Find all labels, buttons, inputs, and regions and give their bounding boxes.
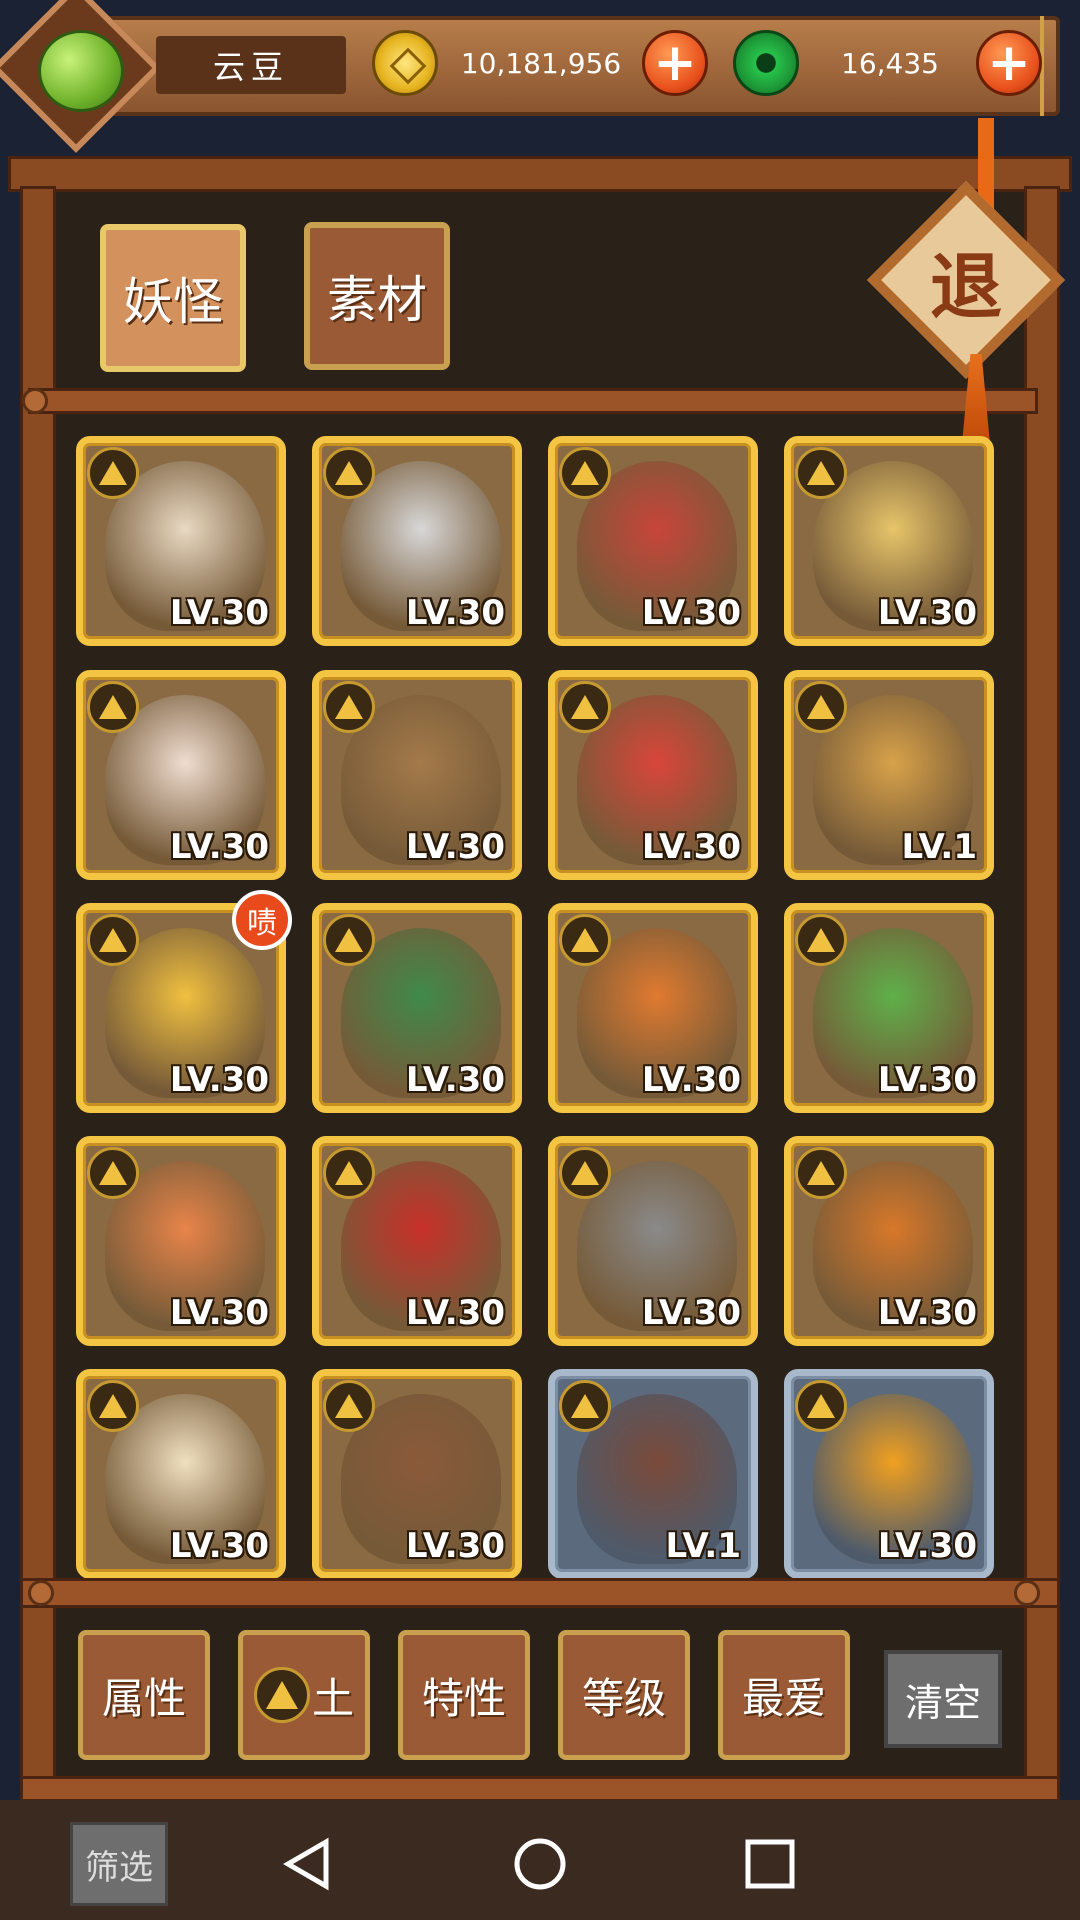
monster-card[interactable]: LV.30 — [784, 903, 994, 1113]
monster-card[interactable]: LV.30 — [548, 436, 758, 646]
monster-card[interactable]: LV.1 — [784, 670, 994, 880]
jade-amount: 16,435 — [841, 46, 939, 80]
earth-element-icon — [87, 914, 139, 966]
earth-element-icon — [559, 1380, 611, 1432]
player-name: 云豆 — [156, 36, 346, 94]
bar-corner-deco — [1040, 16, 1066, 116]
gold-amount: 10,181,956 — [460, 46, 622, 80]
monster-card[interactable]: LV.30 — [312, 670, 522, 880]
monster-card[interactable]: LV.30 — [76, 670, 286, 880]
monster-card[interactable]: LV.30 — [548, 670, 758, 880]
earth-element-icon — [323, 1147, 375, 1199]
earth-element-icon — [87, 1147, 139, 1199]
earth-element-icon — [559, 447, 611, 499]
monster-level: LV.30 — [405, 593, 505, 633]
home-icon[interactable] — [512, 1836, 568, 1892]
tab-materials[interactable]: 素材 — [304, 222, 450, 370]
filter-earth-button[interactable]: 土 — [238, 1630, 370, 1760]
earth-element-icon — [795, 1147, 847, 1199]
monster-card[interactable]: LV.30 — [312, 1369, 522, 1579]
monster-level: LV.30 — [877, 1060, 977, 1100]
monster-level: LV.30 — [405, 1293, 505, 1333]
add-jade-button[interactable]: + — [976, 30, 1042, 96]
earth-element-icon — [559, 1147, 611, 1199]
monster-level: LV.30 — [641, 593, 741, 633]
monster-card[interactable]: LV.30 — [784, 1136, 994, 1346]
monster-card[interactable]: LV.30 — [312, 436, 522, 646]
monster-card[interactable]: LV.1 — [548, 1369, 758, 1579]
monster-card[interactable]: LV.30 — [548, 1136, 758, 1346]
screen-filter-button[interactable]: 筛选 — [70, 1822, 168, 1906]
gold-coin-icon — [372, 30, 438, 96]
recent-apps-icon[interactable] — [744, 1838, 796, 1890]
monster-level: LV.30 — [405, 1060, 505, 1100]
monster-card[interactable]: LV.30 — [548, 903, 758, 1113]
exit-label[interactable]: 退 — [896, 210, 1036, 350]
filter-favorite-button[interactable]: 最爱 — [718, 1630, 850, 1760]
monster-level: LV.30 — [641, 1293, 741, 1333]
earth-element-icon — [795, 681, 847, 733]
monster-level: LV.30 — [169, 1526, 269, 1566]
jade-currency-icon — [733, 30, 799, 96]
clear-filters-button[interactable]: 清空 — [884, 1650, 1002, 1748]
tab-monsters[interactable]: 妖怪 — [100, 224, 246, 372]
earth-element-icon — [795, 1380, 847, 1432]
add-gold-button[interactable]: + — [642, 30, 708, 96]
earth-element-icon — [253, 1667, 310, 1723]
upper-shelf — [28, 388, 1038, 414]
back-icon[interactable] — [280, 1836, 334, 1892]
filter-earth-label: 土 — [311, 1673, 354, 1723]
shelf-bolt-icon — [22, 388, 48, 414]
monster-level: LV.30 — [405, 827, 505, 867]
monster-card[interactable]: LV.30 — [312, 903, 522, 1113]
shelf-bolt-icon — [28, 1580, 54, 1606]
earth-element-icon — [559, 914, 611, 966]
monster-level: LV.30 — [169, 593, 269, 633]
monster-level: LV.30 — [169, 1293, 269, 1333]
monster-level: LV.30 — [405, 1526, 505, 1566]
notification-badge: 啧 — [232, 890, 292, 950]
monster-level: LV.30 — [169, 1060, 269, 1100]
earth-element-icon — [323, 681, 375, 733]
monster-level: LV.30 — [641, 1060, 741, 1100]
lower-shelf — [20, 1578, 1060, 1608]
earth-element-icon — [323, 1380, 375, 1432]
monster-card[interactable]: LV.30 — [312, 1136, 522, 1346]
avatar[interactable] — [38, 30, 124, 112]
monster-card[interactable]: LV.30 — [76, 1136, 286, 1346]
monster-level: LV.30 — [169, 827, 269, 867]
monster-level: LV.30 — [877, 1526, 977, 1566]
earth-element-icon — [559, 681, 611, 733]
earth-element-icon — [795, 914, 847, 966]
earth-element-icon — [87, 447, 139, 499]
earth-element-icon — [87, 1380, 139, 1432]
cabinet-top-beam — [8, 156, 1072, 192]
monster-card[interactable]: LV.30 — [784, 436, 994, 646]
monster-card[interactable]: LV.30 — [76, 1369, 286, 1579]
bottom-beam — [20, 1776, 1060, 1802]
monster-card[interactable]: LV.30 — [76, 436, 286, 646]
earth-element-icon — [795, 447, 847, 499]
monster-level: LV.30 — [641, 827, 741, 867]
earth-element-icon — [323, 447, 375, 499]
earth-element-icon — [323, 914, 375, 966]
filter-level-button[interactable]: 等级 — [558, 1630, 690, 1760]
monster-level: LV.30 — [877, 1293, 977, 1333]
earth-element-icon — [87, 681, 139, 733]
monster-card[interactable]: LV.30 — [784, 1369, 994, 1579]
filter-attribute-button[interactable]: 属性 — [78, 1630, 210, 1760]
shelf-bolt-icon — [1014, 1580, 1040, 1606]
monster-level: LV.1 — [665, 1526, 742, 1566]
filter-trait-button[interactable]: 特性 — [398, 1630, 530, 1760]
monster-level: LV.30 — [877, 593, 977, 633]
monster-level: LV.1 — [901, 827, 978, 867]
